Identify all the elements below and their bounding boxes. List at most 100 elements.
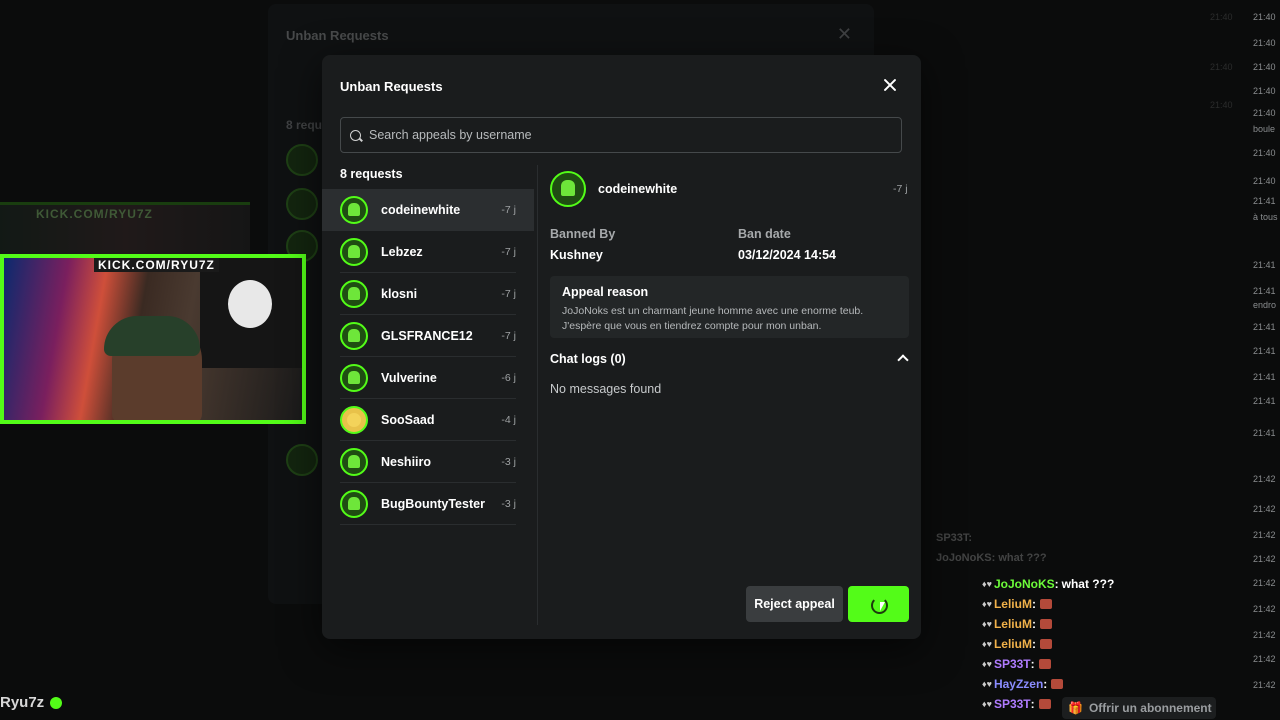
search-icon	[350, 129, 361, 141]
chat-timestamp: 21:40	[1253, 108, 1276, 118]
gift-subscription-label: Offrir un abonnement	[1088, 701, 1212, 715]
request-item[interactable]: Lebzez -7 j	[322, 231, 534, 273]
background-close-icon: ✕	[836, 24, 852, 44]
chat-overlay: ♦♥ JoJoNoKS: what ??? ♦♥ LeliuM: ♦♥ LeliuM: ♦♥ L…	[982, 574, 1242, 714]
badge-icon: ♦♥	[982, 699, 992, 709]
divider	[537, 165, 538, 625]
avatar	[340, 490, 368, 518]
avatar	[340, 448, 368, 476]
detail-age: -7 j	[893, 183, 908, 195]
badge-icon: ♦♥	[982, 679, 992, 689]
avatar	[340, 322, 368, 350]
chat-timestamp: 21:42	[1253, 680, 1276, 690]
avatar	[340, 280, 368, 308]
background-avatar	[286, 144, 318, 176]
detail-username: codeinewhite	[598, 182, 678, 196]
emote-icon	[1038, 699, 1051, 709]
chat-timestamp: 21:42	[1253, 654, 1276, 664]
chat-timestamp: 21:40	[1253, 12, 1276, 22]
request-age: -3 j	[501, 498, 516, 510]
chat-username[interactable]: LeliuM	[994, 597, 1032, 611]
request-username: Vulverine	[381, 371, 437, 385]
chat-username[interactable]: SP33T	[994, 697, 1031, 711]
background-avatar	[286, 444, 318, 476]
ban-date-label: Ban date	[738, 227, 791, 241]
chat-fragment: à tous	[1253, 212, 1278, 222]
chat-timestamp: 21:42	[1253, 554, 1276, 564]
appeal-reason-card: Appeal reason JoJoNoks est un charmant j…	[550, 276, 909, 338]
avatar	[340, 238, 368, 266]
chat-timestamp: 21:42	[1253, 530, 1276, 540]
chat-line: ♦♥ LeliuM:	[982, 614, 1242, 634]
request-age: -3 j	[501, 456, 516, 468]
request-age: -7 j	[501, 330, 516, 342]
chat-username[interactable]: LeliuM	[994, 637, 1032, 651]
search-input[interactable]	[367, 127, 891, 143]
request-item[interactable]: Vulverine -6 j	[322, 357, 534, 399]
appeal-reason-text: JoJoNoks est un charmant jeune homme ave…	[562, 305, 864, 332]
chat-username[interactable]: SP33T	[994, 657, 1031, 671]
request-item[interactable]: SooSaad -4 j	[322, 399, 534, 441]
chat-username[interactable]: JoJoNoKS	[994, 577, 1055, 591]
avatar	[340, 406, 368, 434]
chat-timestamp: 21:41	[1253, 346, 1276, 356]
request-username: BugBountyTester	[381, 497, 485, 511]
appeal-reason-title: Appeal reason	[562, 285, 649, 299]
request-item[interactable]: GLSFRANCE12 -7 j	[322, 315, 534, 357]
chat-message: what ???	[1061, 577, 1115, 591]
chat-separator: :	[1030, 697, 1035, 711]
chat-timestamp: 21:41	[1253, 196, 1276, 206]
chat-timestamp: 21:42	[1253, 578, 1276, 588]
background-modal-title: Unban Requests	[286, 28, 389, 43]
chat-timestamp: 21:40	[1253, 148, 1276, 158]
unban-requests-modal: Unban Requests 8 requests codeinewhite -7…	[322, 55, 921, 639]
chat-separator: :	[1030, 657, 1035, 671]
chat-separator: :	[1031, 617, 1036, 631]
chat-timestamp: 21:40	[1253, 86, 1276, 96]
reject-appeal-button[interactable]: Reject appeal	[746, 586, 843, 622]
badge-icon: ♦♥	[982, 659, 992, 669]
request-age: -7 j	[501, 288, 516, 300]
ghost-chat: SP33T: JoJoNoKS: what ???	[936, 532, 1047, 572]
chat-fragment: endro	[1253, 300, 1277, 310]
accept-appeal-button[interactable]	[848, 586, 909, 622]
gift-icon: 🎁	[1068, 701, 1083, 715]
request-username: klosni	[381, 287, 418, 301]
streamer-cap	[104, 316, 200, 356]
request-item[interactable]: klosni -7 j	[322, 273, 534, 315]
chevron-up-icon[interactable]	[898, 353, 908, 363]
request-username: Neshiiro	[381, 455, 432, 469]
gift-subscription-button[interactable]: 🎁 Offrir un abonnement	[1062, 697, 1216, 719]
request-item[interactable]: BugBountyTester -3 j	[322, 483, 534, 525]
request-username: Lebzez	[381, 245, 423, 259]
chat-separator: :	[1031, 637, 1036, 651]
badge-icon: ♦♥	[982, 619, 992, 629]
request-item[interactable]: Neshiiro -3 j	[322, 441, 534, 483]
badge-icon: ♦♥	[982, 579, 992, 589]
request-age: -7 j	[501, 246, 516, 258]
request-age: -4 j	[501, 414, 516, 426]
chat-timestamp: 21:41	[1253, 428, 1276, 438]
emote-icon	[1051, 679, 1064, 689]
chat-timestamp: 21:40	[1253, 62, 1276, 72]
chat-username[interactable]: HayZzen	[994, 677, 1043, 691]
chat-line: ♦♥ SP33T:	[982, 654, 1242, 674]
request-username: SooSaad	[381, 413, 435, 427]
background-avatar	[286, 188, 318, 220]
webcam-feed: KICK.COM/RYU7Z	[0, 254, 306, 424]
search-field[interactable]	[340, 117, 902, 153]
close-icon[interactable]	[881, 76, 899, 94]
webcam-ghost-label: KICK.COM/RYU7Z	[36, 207, 153, 221]
background-request-count: 8 requ	[286, 118, 323, 132]
request-item[interactable]: codeinewhite -7 j	[322, 189, 534, 231]
chat-timestamp: 21:41	[1253, 372, 1276, 382]
chat-timestamps: 21:40 21:40 21:40 21:40 21:40 21:40 21:40 21:41…	[1248, 0, 1280, 720]
chat-timestamp: 21:41	[1253, 260, 1276, 270]
ban-date-value: 03/12/2024 14:54	[738, 248, 837, 262]
chat-line: ♦♥ HayZzen:	[982, 674, 1242, 694]
chat-separator: :	[1043, 677, 1048, 691]
chat-username[interactable]: LeliuM	[994, 617, 1032, 631]
request-count: 8 requests	[340, 167, 403, 181]
emote-icon	[1039, 619, 1052, 629]
webcam-ghost: KICK.COM/RYU7Z	[0, 202, 250, 261]
